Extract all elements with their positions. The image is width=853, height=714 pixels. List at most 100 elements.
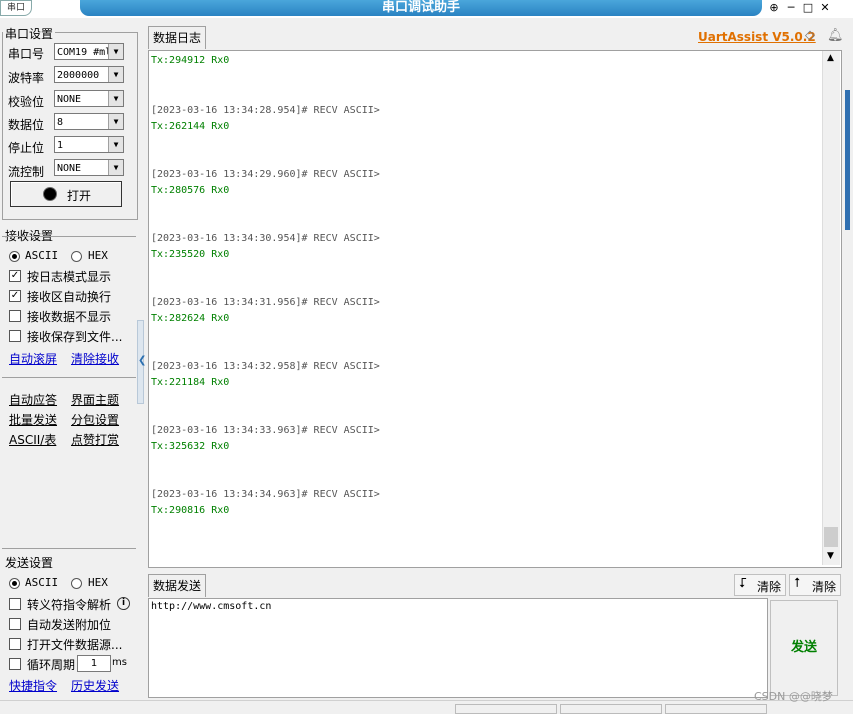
log-entry-data: Tx:282624 Rx0 [151,313,230,324]
parity-select[interactable]: NONE ▼ [54,90,124,107]
port-label: 串口号 [8,47,45,61]
databits-value: 8 [57,117,64,128]
flow-value: NONE [57,163,82,174]
packet-settings-link[interactable]: 分包设置 [71,411,119,428]
status-bar [0,700,853,714]
history-link[interactable]: 历史发送 [71,677,119,694]
auto-wrap-label: 接收区自动换行 [27,290,112,304]
chevron-down-icon[interactable]: ▼ [827,551,834,561]
log-entry-data: Tx:262144 Rx0 [151,121,230,132]
log-entry-header: [2023-03-16 13:34:32.958]# RECV ASCII> [151,361,380,372]
auto-wrap-checkbox[interactable]: ✓ [9,290,21,302]
log-mode-checkbox[interactable]: ✓ [9,270,21,282]
flow-label: 流控制 [8,165,45,179]
stopbits-select[interactable]: 1 ▼ [54,136,124,153]
send-button[interactable]: 发送 [770,600,838,696]
panel-collapse-handle[interactable]: ❮ [137,320,146,404]
log-entry-data: Tx:290816 Rx0 [151,505,230,516]
ui-theme-link[interactable]: 界面主题 [71,391,119,408]
return-arrow-icon: ⮦ [739,576,747,591]
hide-recv-label: 接收数据不显示 [27,310,112,324]
log-entry-header: [2023-03-16 13:34:30.954]# RECV ASCII> [151,233,380,244]
baud-value: 2000000 [57,70,100,81]
bell-icon[interactable]: 🔔︎ [827,28,844,43]
tab-data-send-label: 数据发送 [153,579,202,593]
quick-cmd-link[interactable]: 快捷指令 [9,677,57,694]
clear-send-button[interactable]: ⭡ 清除 [789,574,841,596]
maximize-button[interactable]: □ [800,1,816,15]
cycle-unit: ms [112,657,127,668]
recv-ascii-radio[interactable] [9,251,20,262]
clear2-label: 清除 [812,580,837,594]
up-arrow-icon: ⭡ [794,576,801,591]
save-file-checkbox[interactable] [9,330,21,342]
cycle-input[interactable]: 1 [77,655,111,672]
log-entry-data: Tx:221184 Rx0 [151,377,230,388]
send-hex-label: HEX [88,576,108,589]
chevron-up-icon[interactable]: ▲ [827,53,834,63]
log-entry-header: [2023-03-16 13:34:29.960]# RECV ASCII> [151,169,380,180]
log-entry-data: Tx:294912 Rx0 [151,55,230,66]
databits-label: 数据位 [8,118,45,132]
auto-reply-link[interactable]: 自动应答 [9,391,57,408]
batch-send-link[interactable]: 批量发送 [9,411,57,428]
ascii-table-link[interactable]: ASCII/表 [9,431,56,448]
flow-select[interactable]: NONE ▼ [54,159,124,176]
receive-log-area[interactable]: Tx:294912 Rx0 [2023-03-16 13:34:28.954]# … [148,50,842,568]
status-field [665,704,767,714]
tab-data-log-label: 数据日志 [153,31,202,45]
stopbits-value: 1 [57,140,64,151]
tab-data-send[interactable]: 数据发送 [148,574,207,597]
send-settings-title: 发送设置 [3,554,56,571]
port-select[interactable]: COM19 #ml ▼ [54,43,124,60]
close-button[interactable]: ✕ [817,1,833,15]
databits-select[interactable]: 8 ▼ [54,113,124,130]
clear-send-history-button[interactable]: ⮦ 清除 [734,574,786,596]
append-label: 自动发送附加位 [27,618,112,632]
send-hex-radio[interactable] [71,578,82,589]
recv-hex-label: HEX [88,249,108,262]
open-button-label: 打开 [67,189,92,203]
log-mode-label: 按日志模式显示 [27,270,112,284]
scrollbar-thumb[interactable] [824,527,838,547]
escape-label: 转义符指令解析 [27,598,112,612]
version-link[interactable]: UartAssist V5.0.2 [698,30,816,44]
divider [2,548,136,549]
escape-checkbox[interactable] [9,598,21,610]
pin-icon[interactable]: ⊕ [766,1,782,15]
chevron-down-icon: ▼ [108,67,123,82]
log-entry-data: Tx:325632 Rx0 [151,441,230,452]
diamond-icon[interactable]: ◇ [805,28,815,43]
baud-select[interactable]: 2000000 ▼ [54,66,124,83]
chevron-down-icon: ▼ [108,160,123,175]
port-value: COM19 #ml [57,47,112,58]
auto-scroll-link[interactable]: 自动滚屏 [9,350,57,367]
app-menu-button[interactable]: 串口 [0,0,32,16]
log-entry-data: Tx:235520 Rx0 [151,249,230,260]
minimize-button[interactable]: ─ [783,1,799,15]
watermark: CSDN @@晓梦 [754,690,833,703]
cycle-checkbox[interactable] [9,658,21,670]
append-checkbox[interactable] [9,618,21,630]
send-ascii-radio[interactable] [9,578,20,589]
send-input[interactable]: http://www.cmsoft.cn [148,598,768,698]
info-icon[interactable]: i [117,597,130,610]
recv-ascii-label: ASCII [25,249,59,262]
recv-hex-radio[interactable] [71,251,82,262]
clear-recv-link[interactable]: 清除接收 [71,350,119,367]
open-file-checkbox[interactable] [9,638,21,650]
open-port-button[interactable]: 打开 [10,181,122,207]
clear1-label: 清除 [757,580,782,594]
stopbits-label: 停止位 [8,141,45,155]
chevron-down-icon: ▼ [108,114,123,129]
send-input-text: http://www.cmsoft.cn [151,601,272,612]
chevron-down-icon: ▼ [108,137,123,152]
tab-data-log[interactable]: 数据日志 [148,26,207,49]
log-entry-header: [2023-03-16 13:34:31.956]# RECV ASCII> [151,297,380,308]
hide-recv-checkbox[interactable] [9,310,21,322]
log-scrollbar[interactable]: ▲ ▼ [822,51,840,565]
donate-link[interactable]: 点赞打赏 [71,431,119,448]
open-file-label: 打开文件数据源... [27,638,123,652]
cycle-label: 循环周期 [27,658,76,672]
serial-settings-title: 串口设置 [3,25,56,42]
